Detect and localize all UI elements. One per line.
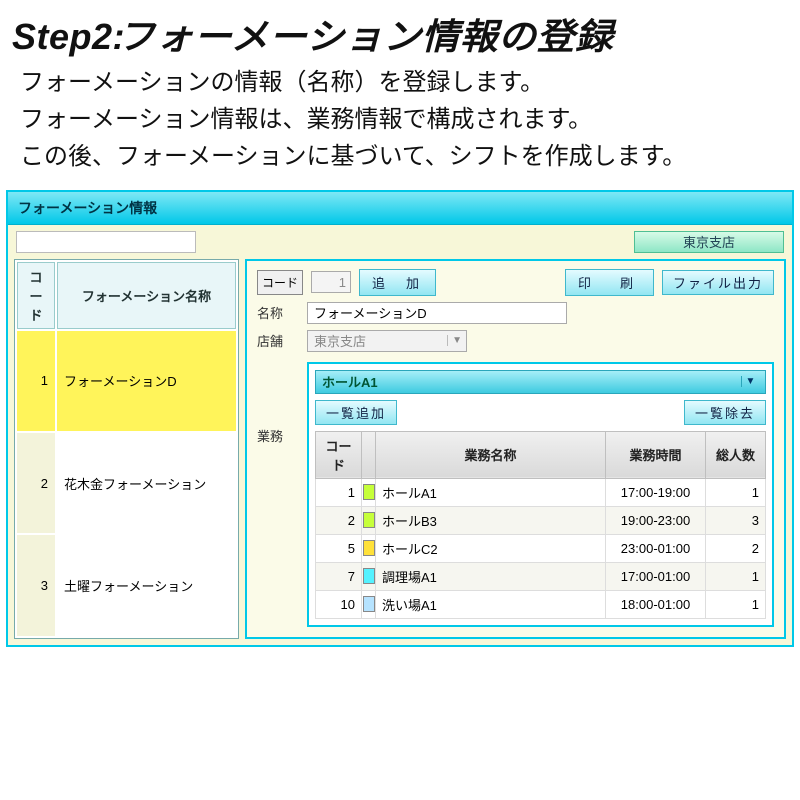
task-row-time: 19:00-23:00	[606, 506, 706, 534]
formation-name-input[interactable]	[307, 302, 567, 324]
task-row-time: 18:00-01:00	[606, 590, 706, 618]
task-row-code: 5	[316, 534, 362, 562]
app-window: フォーメーション情報 東京支店 コード フォーメーション名称 1フォーメーション…	[6, 190, 794, 647]
code-label: コード	[257, 270, 303, 295]
task-col-count: 総人数	[706, 431, 766, 478]
task-label: 業務	[257, 426, 299, 445]
chevron-down-icon: ▼	[741, 376, 759, 387]
formation-row[interactable]: 3土曜フォーメーション	[17, 535, 236, 635]
hall-select[interactable]: ホールA1 ▼	[315, 370, 766, 394]
formation-row-name: 花木金フォーメーション	[57, 433, 236, 533]
task-row-time: 23:00-01:00	[606, 534, 706, 562]
task-row-code: 10	[316, 590, 362, 618]
window-title: フォーメーション情報	[8, 192, 792, 225]
file-export-button[interactable]: ファイル出力	[662, 270, 774, 295]
task-row-name: ホールA1	[376, 478, 606, 506]
task-row[interactable]: 10 洗い場A118:00-01:001	[316, 590, 766, 618]
intro-line: フォーメーション情報は、業務情報で構成されます。	[20, 101, 786, 138]
task-row-time: 17:00-19:00	[606, 478, 706, 506]
task-row-name: 洗い場A1	[376, 590, 606, 618]
formation-row-code: 2	[17, 433, 55, 533]
task-box: ホールA1 ▼ 一覧追加 一覧除去 コード 業務名称	[307, 362, 774, 627]
chevron-down-icon: ▼	[447, 335, 462, 346]
task-row-color	[362, 562, 376, 590]
formation-list: コード フォーメーション名称 1フォーメーションD2花木金フォーメーション3土曜…	[14, 259, 239, 639]
intro-line: フォーメーションの情報（名称）を登録します。	[20, 64, 786, 101]
search-input[interactable]	[16, 231, 196, 253]
step-prefix: Step2:	[12, 16, 125, 58]
col-formation-name: フォーメーション名称	[57, 262, 236, 329]
branch-chip[interactable]: 東京支店	[634, 231, 784, 253]
formation-row-name: フォーメーションD	[57, 331, 236, 431]
task-row-code: 2	[316, 506, 362, 534]
print-button[interactable]: 印 刷	[565, 269, 654, 296]
store-select-value: 東京支店	[314, 331, 366, 350]
task-row-name: 調理場A1	[376, 562, 606, 590]
formation-row-code: 3	[17, 535, 55, 635]
formation-row-code: 1	[17, 331, 55, 431]
task-row-count: 3	[706, 506, 766, 534]
task-col-swatch	[362, 431, 376, 478]
task-row-color	[362, 478, 376, 506]
hall-select-value: ホールA1	[322, 372, 378, 391]
task-row[interactable]: 1ホールA117:00-19:001	[316, 478, 766, 506]
formation-row[interactable]: 1フォーメーションD	[17, 331, 236, 431]
formation-row-name: 土曜フォーメーション	[57, 535, 236, 635]
task-row[interactable]: 2 ホールB319:00-23:003	[316, 506, 766, 534]
task-row-name: ホールC2	[376, 534, 606, 562]
task-row-count: 1	[706, 562, 766, 590]
task-row-color	[362, 506, 376, 534]
add-button[interactable]: 追 加	[359, 269, 436, 296]
task-row-time: 17:00-01:00	[606, 562, 706, 590]
task-row[interactable]: 7 調理場A117:00-01:001	[316, 562, 766, 590]
task-row-code: 7	[316, 562, 362, 590]
store-label: 店舗	[257, 331, 299, 350]
task-col-time: 業務時間	[606, 431, 706, 478]
col-code: コード	[17, 262, 55, 329]
task-col-name: 業務名称	[376, 431, 606, 478]
task-row-code: 1	[316, 478, 362, 506]
task-row-count: 1	[706, 478, 766, 506]
page-step-title: Step2: フォーメーション情報の登録	[12, 8, 788, 60]
intro-text: フォーメーションの情報（名称）を登録します。 フォーメーション情報は、業務情報で…	[0, 60, 800, 190]
list-remove-button[interactable]: 一覧除去	[684, 400, 766, 425]
task-row-color	[362, 590, 376, 618]
task-row-color	[362, 534, 376, 562]
step-main-title: フォーメーション情報の登録	[117, 8, 613, 60]
store-select[interactable]: 東京支店 ▼	[307, 330, 467, 352]
task-table: コード 業務名称 業務時間 総人数 1ホールA117:00-19:0012ホール…	[315, 431, 766, 619]
task-row-count: 2	[706, 534, 766, 562]
task-row-name: ホールB3	[376, 506, 606, 534]
list-add-button[interactable]: 一覧追加	[315, 400, 397, 425]
code-field[interactable]	[311, 271, 351, 293]
task-row-count: 1	[706, 590, 766, 618]
detail-panel: コード 追 加 印 刷 ファイル出力 名称 店舗 東京支店 ▼ 業務	[245, 259, 786, 639]
formation-row[interactable]: 2花木金フォーメーション	[17, 433, 236, 533]
name-label: 名称	[257, 303, 299, 322]
task-col-code: コード	[316, 431, 362, 478]
intro-line: この後、フォーメーションに基づいて、シフトを作成します。	[20, 138, 786, 175]
task-row[interactable]: 5 ホールC223:00-01:002	[316, 534, 766, 562]
